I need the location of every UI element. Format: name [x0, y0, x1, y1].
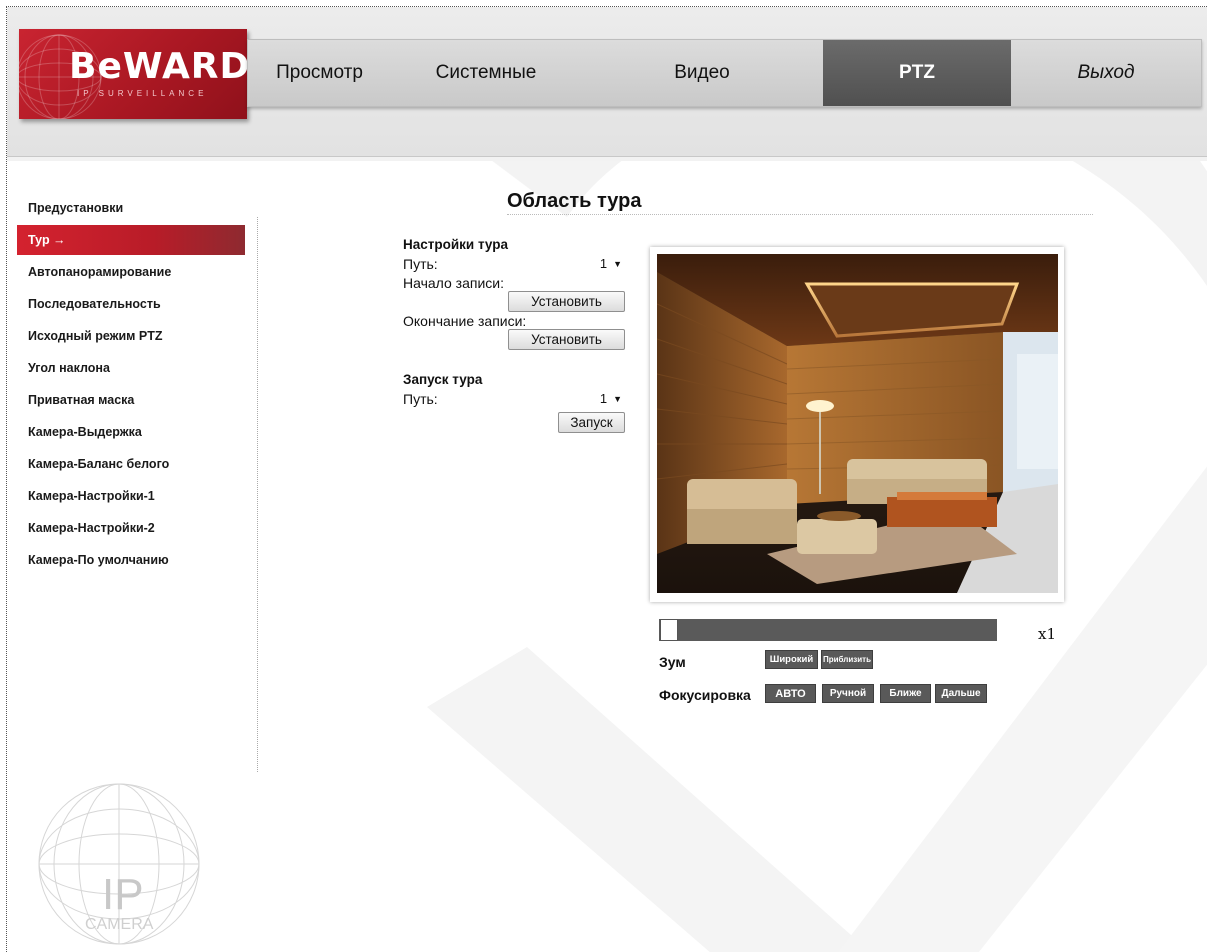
tab-ptz[interactable]: PTZ — [823, 40, 1011, 106]
path-label: Путь: — [403, 255, 438, 272]
focus-label: Фокусировка — [659, 687, 751, 703]
sidebar-item-camera-exposure[interactable]: Камера-Выдержка — [17, 416, 245, 448]
sidebar-item-presets[interactable]: Предустановки — [17, 192, 245, 224]
top-navigation: Просмотр Системные Видео PTZ Выход — [247, 39, 1202, 107]
ip-text: IP — [102, 870, 144, 919]
focus-auto-button[interactable]: АВТО — [765, 684, 816, 703]
beward-logo: BeWARD IP SURVEILLANCE — [19, 29, 247, 119]
run-tour-button[interactable]: Запуск — [558, 412, 625, 433]
video-scene-image — [657, 254, 1058, 593]
logo-subtitle: IP SURVEILLANCE — [77, 89, 208, 98]
tour-settings-title: Настройки тура — [403, 237, 509, 252]
sidebar: Предустановки Тур → Автопанорамирование … — [17, 192, 245, 576]
title-divider — [507, 214, 1093, 215]
tab-view[interactable]: Просмотр — [248, 40, 391, 106]
sidebar-item-tilt-angle[interactable]: Угол наклона — [17, 352, 245, 384]
sidebar-item-autopan[interactable]: Автопанорамирование — [17, 256, 245, 288]
chevron-down-icon: ▼ — [613, 393, 622, 404]
focus-near-button[interactable]: Ближе — [880, 684, 931, 703]
tour-run-path-select[interactable]: 1 ▼ — [598, 390, 625, 407]
page-title: Область тура — [507, 190, 642, 212]
sidebar-divider — [257, 217, 258, 772]
logo-text: BeWARD — [69, 46, 247, 87]
path-label: Путь: — [403, 390, 438, 407]
sidebar-item-camera-settings-2[interactable]: Камера-Настройки-2 — [17, 512, 245, 544]
tour-panel: Настройки тура Путь: 1 ▼ Начало записи: … — [403, 237, 625, 433]
sidebar-item-camera-settings-1[interactable]: Камера-Настройки-1 — [17, 480, 245, 512]
tour-settings-path-select[interactable]: 1 ▼ — [598, 255, 625, 272]
path-value: 1 — [599, 256, 608, 271]
set-end-button[interactable]: Установить — [508, 329, 625, 350]
sidebar-item-sequence[interactable]: Последовательность — [17, 288, 245, 320]
zoom-slider-handle[interactable] — [660, 619, 678, 641]
ip-camera-watermark-icon: IP CAMERA — [38, 783, 200, 945]
zoom-wide-button[interactable]: Широкий — [765, 650, 818, 669]
zoom-level: x1 — [1038, 625, 1057, 643]
set-start-button[interactable]: Установить — [508, 291, 625, 312]
sidebar-item-camera-defaults[interactable]: Камера-По умолчанию — [17, 544, 245, 576]
live-video[interactable] — [657, 254, 1058, 593]
sidebar-item-camera-white-balance[interactable]: Камера-Баланс белого — [17, 448, 245, 480]
tab-video[interactable]: Видео — [581, 40, 823, 106]
zoom-label: Зум — [659, 654, 686, 670]
focus-manual-button[interactable]: Ручной — [822, 684, 874, 703]
sidebar-item-tour[interactable]: Тур → — [17, 225, 245, 255]
header-divider — [7, 157, 1207, 161]
page-frame: BeWARD IP SURVEILLANCE Просмотр Системны… — [6, 6, 1207, 952]
chevron-down-icon: ▼ — [613, 258, 622, 269]
zoom-slider-track[interactable] — [659, 619, 997, 641]
tour-run-path-row: Путь: 1 ▼ — [403, 389, 625, 408]
sidebar-item-ptz-home[interactable]: Исходный режим PTZ — [17, 320, 245, 352]
path-value: 1 — [599, 391, 608, 406]
header: BeWARD IP SURVEILLANCE Просмотр Системны… — [7, 7, 1207, 157]
end-record-label: Окончание записи: — [403, 313, 527, 329]
tab-system[interactable]: Системные — [391, 40, 581, 106]
start-record-label: Начало записи: — [403, 275, 504, 291]
focus-far-button[interactable]: Дальше — [935, 684, 987, 703]
zoom-tele-button[interactable]: Приблизить — [821, 650, 873, 669]
sidebar-item-privacy-mask[interactable]: Приватная маска — [17, 384, 245, 416]
camera-text: CAMERA — [85, 916, 154, 933]
video-frame — [650, 247, 1064, 602]
tour-settings-path-row: Путь: 1 ▼ — [403, 254, 625, 273]
tour-run-title: Запуск тура — [403, 372, 483, 387]
tab-logout[interactable]: Выход — [1011, 40, 1201, 106]
